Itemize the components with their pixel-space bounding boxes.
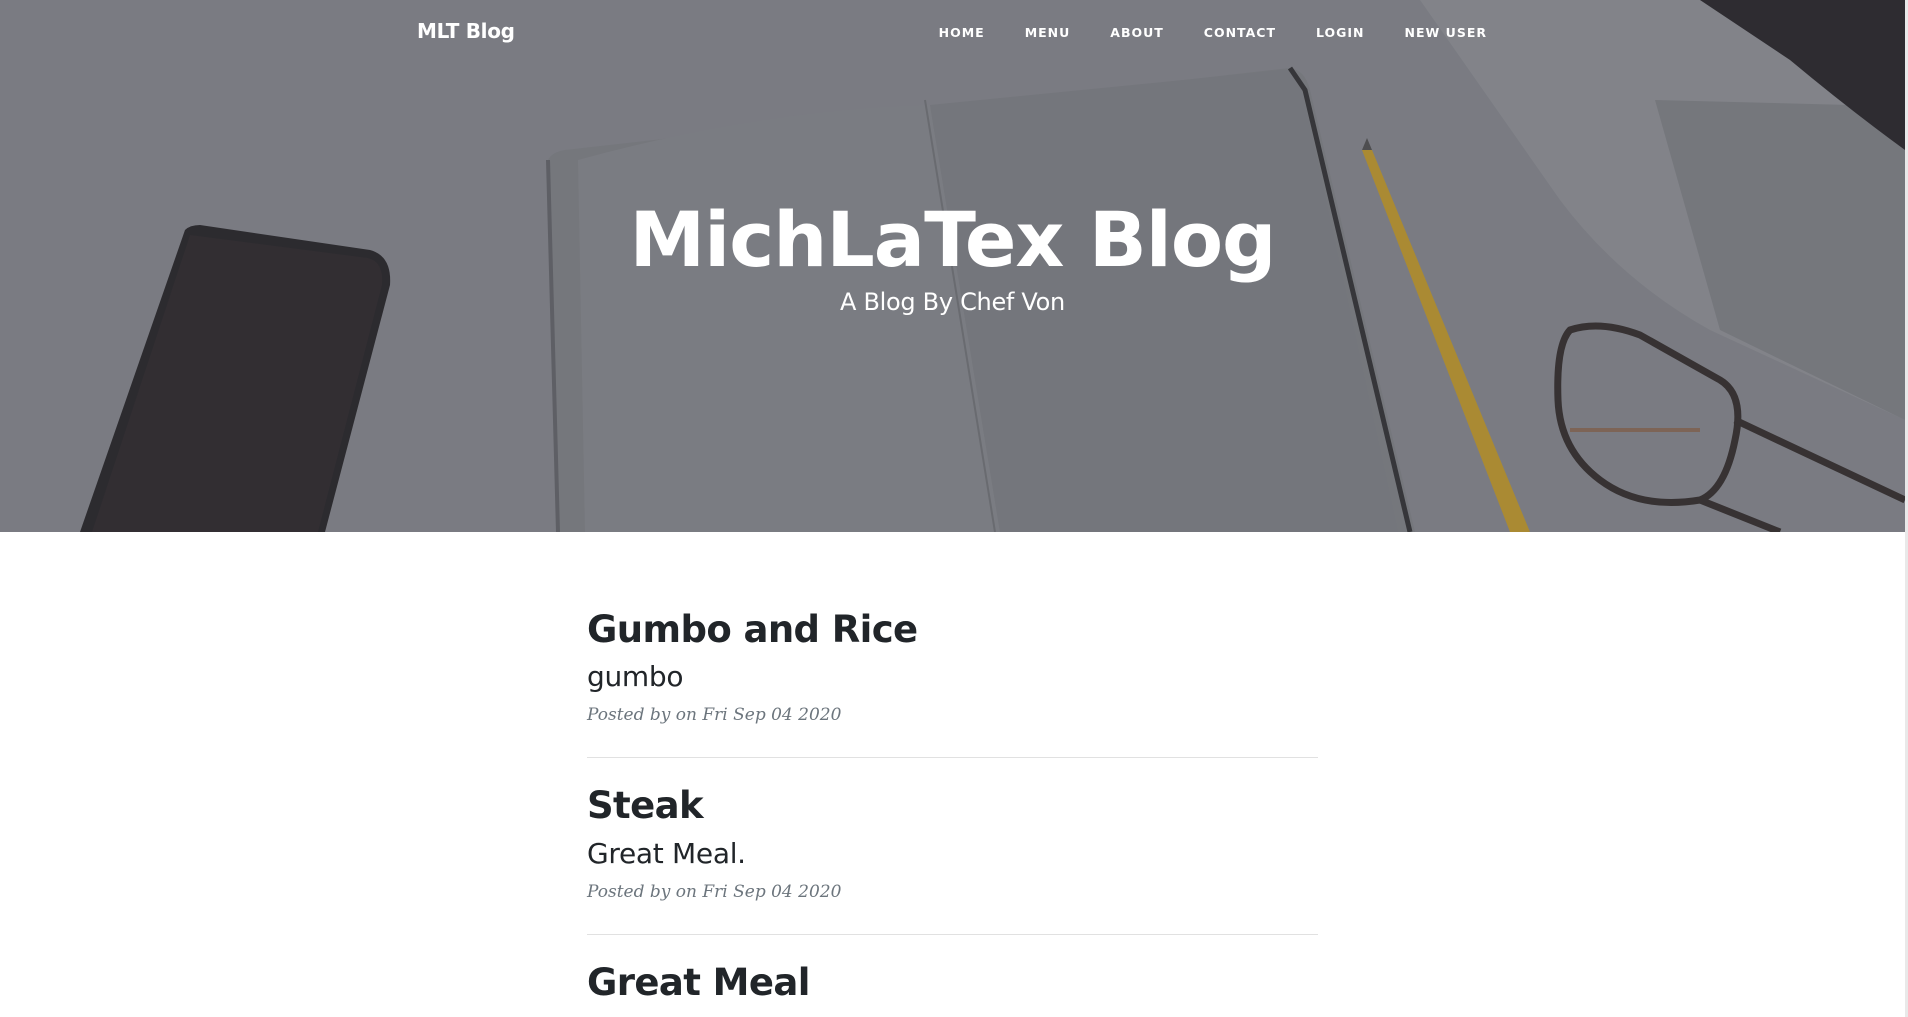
nav-item-about: ABOUT	[1110, 24, 1164, 42]
brand-link[interactable]: MLT Blog	[417, 19, 515, 43]
nav-link-about[interactable]: ABOUT	[1110, 25, 1164, 40]
post-list: Gumbo and Rice gumbo Posted by on Fri Se…	[587, 608, 1318, 1017]
post-subtitle[interactable]: Great Meal.	[587, 837, 1318, 870]
nav-link-contact[interactable]: CONTACT	[1204, 25, 1276, 40]
page: MLT Blog HOME MENU ABOUT CONTACT LOGIN N…	[0, 0, 1908, 1017]
site-heading: MichLaTex Blog A Blog By Chef Von	[0, 198, 1905, 316]
post-title[interactable]: Gumbo and Rice	[587, 608, 1318, 652]
post-meta: Posted by on Fri Sep 04 2020	[587, 705, 842, 726]
site-title: MichLaTex Blog	[629, 195, 1277, 284]
nav-link-menu[interactable]: MENU	[1025, 25, 1071, 40]
post-preview: Gumbo and Rice gumbo Posted by on Fri Se…	[587, 608, 1318, 759]
post-title[interactable]: Great Meal	[587, 961, 1318, 1005]
nav-item-contact: CONTACT	[1204, 24, 1276, 42]
nav-item-home: HOME	[939, 24, 985, 42]
post-preview: Great Meal	[587, 961, 1318, 1017]
nav-link-home[interactable]: HOME	[939, 25, 985, 40]
main-navbar: MLT Blog HOME MENU ABOUT CONTACT LOGIN N…	[0, 0, 1905, 66]
nav-item-new-user: NEW USER	[1405, 24, 1487, 42]
nav-item-login: LOGIN	[1316, 24, 1365, 42]
post-preview: Steak Great Meal. Posted by on Fri Sep 0…	[587, 784, 1318, 935]
post-subtitle[interactable]: gumbo	[587, 660, 1318, 693]
hero-header: MLT Blog HOME MENU ABOUT CONTACT LOGIN N…	[0, 0, 1905, 532]
post-title[interactable]: Steak	[587, 784, 1318, 828]
nav-list: HOME MENU ABOUT CONTACT LOGIN NEW USER	[899, 24, 1487, 42]
post-meta: Posted by on Fri Sep 04 2020	[587, 881, 842, 902]
site-subtitle: A Blog By Chef Von	[840, 287, 1065, 316]
nav-link-new-user[interactable]: NEW USER	[1405, 25, 1487, 40]
nav-link-login[interactable]: LOGIN	[1316, 25, 1365, 40]
nav-item-menu: MENU	[1025, 24, 1071, 42]
